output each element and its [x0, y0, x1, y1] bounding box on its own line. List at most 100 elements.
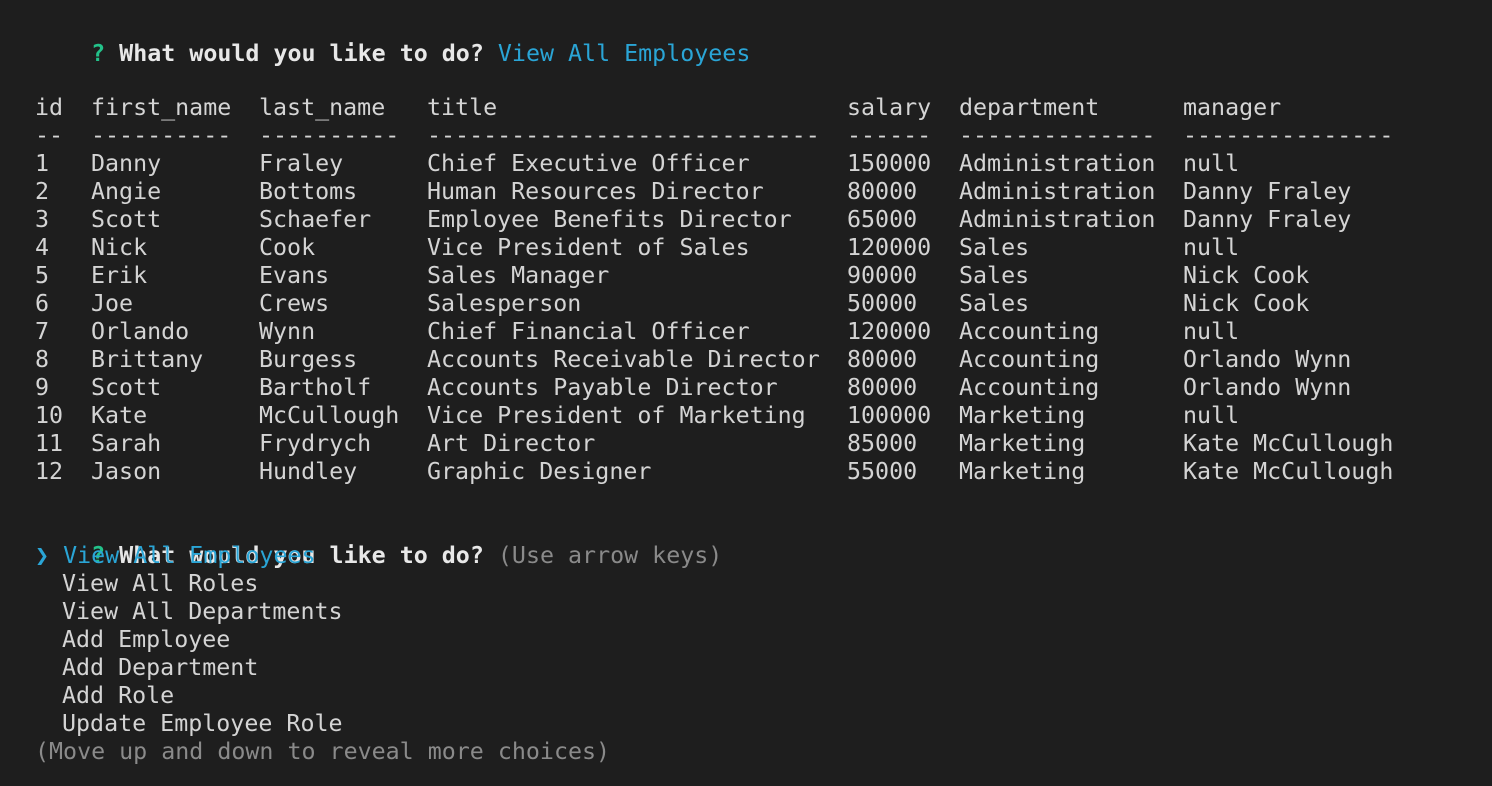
cell-department: Administration	[959, 206, 1156, 233]
cell-department: Sales	[959, 290, 1030, 317]
cell-manager: Danny Fraley	[1183, 178, 1352, 205]
cell-manager: Orlando Wynn	[1183, 346, 1352, 373]
cell-last-name: Hundley	[259, 458, 358, 485]
cell-id: 11	[35, 430, 64, 457]
cell-title: Graphic Designer	[427, 458, 652, 485]
choices-footer-hint: (Move up and down to reveal more choices…	[35, 738, 611, 765]
menu-choice-label: Add Role	[62, 682, 175, 709]
cell-salary: 65000	[847, 206, 918, 233]
cell-id: 9	[35, 374, 50, 401]
cell-first-name: Danny	[91, 150, 162, 177]
terminal-window[interactable]: ? What would you like to do? View All Em…	[0, 0, 1492, 786]
cell-first-name: Sarah	[91, 430, 162, 457]
cell-salary: 120000	[847, 234, 932, 261]
table-header-row: id first_name last_name title salary dep…	[35, 94, 1423, 122]
cell-manager: null	[1183, 402, 1240, 429]
cell-salary: 55000	[847, 458, 918, 485]
cell-first-name: Jason	[91, 458, 162, 485]
cell-id: 3	[35, 206, 50, 233]
choice-list: ❯ View All Employees View All Roles View A…	[35, 542, 1492, 738]
cell-last-name: Bartholf	[259, 374, 372, 401]
separator-id: --	[35, 122, 64, 149]
header-id: id	[35, 94, 64, 121]
cell-title: Employee Benefits Director	[427, 206, 792, 233]
cell-salary: 120000	[847, 318, 932, 345]
cell-first-name: Scott	[91, 374, 162, 401]
table-separator-row: -- ---------- ---------- ---------------…	[35, 122, 1423, 150]
cell-id: 5	[35, 262, 50, 289]
cell-last-name: Fraley	[259, 150, 344, 177]
cell-title: Sales Manager	[427, 262, 610, 289]
cell-first-name: Joe	[91, 290, 134, 317]
prompt-hint: (Use arrow keys)	[497, 542, 723, 569]
table-row: 2 Angie Bottoms Human Resources Director 800…	[35, 178, 1423, 206]
menu-choice-label: View All Employees	[63, 542, 316, 569]
cell-title: Accounts Receivable Director	[427, 346, 820, 373]
cell-salary: 50000	[847, 290, 918, 317]
cell-first-name: Erik	[91, 262, 148, 289]
cell-salary: 80000	[847, 374, 918, 401]
table-row: 11 Sarah Frydrych Art Director 85000 Marketin…	[35, 430, 1423, 458]
table-row: 8 Brittany Burgess Accounts Receivable Dire…	[35, 346, 1423, 374]
menu-choice[interactable]: Update Employee Role	[35, 710, 1492, 738]
employees-table: id first_name last_name title salary dep…	[35, 94, 1423, 486]
cell-salary: 90000	[847, 262, 918, 289]
cell-salary: 150000	[847, 150, 932, 177]
cell-first-name: Angie	[91, 178, 162, 205]
cell-department: Sales	[959, 234, 1030, 261]
prompt-question: What would you like to do?	[119, 40, 484, 67]
separator-salary: ------	[847, 122, 932, 149]
menu-choice-label: View All Roles	[62, 570, 259, 597]
header-title: title	[427, 94, 498, 121]
cell-manager: Nick Cook	[1183, 262, 1310, 289]
cell-title: Chief Financial Officer	[427, 318, 750, 345]
menu-choice[interactable]: Add Employee	[35, 626, 1492, 654]
menu-choice[interactable]: Add Role	[35, 682, 1492, 710]
table-row: 5 Erik Evans Sales Manager 90000 Sales Nick Co…	[35, 262, 1423, 290]
menu-choice-label: Add Employee	[62, 626, 231, 653]
cell-id: 2	[35, 178, 50, 205]
table-row: 6 Joe Crews Salesperson 50000 Sales Nick Cook	[35, 290, 1423, 318]
cell-first-name: Brittany	[91, 346, 204, 373]
prompt-line-1: ? What would you like to do? View All Em…	[35, 12, 1492, 67]
cell-id: 7	[35, 318, 50, 345]
menu-choice-label: Add Department	[62, 654, 259, 681]
menu-choice-label: View All Departments	[62, 598, 343, 625]
cell-manager: Nick Cook	[1183, 290, 1310, 317]
menu-choice[interactable]: View All Roles	[35, 570, 1492, 598]
cell-last-name: Wynn	[259, 318, 316, 345]
menu-choice-label: Update Employee Role	[62, 710, 343, 737]
cell-department: Sales	[959, 262, 1030, 289]
separator-department: --------------	[959, 122, 1156, 149]
cell-id: 12	[35, 458, 64, 485]
cell-id: 10	[35, 402, 64, 429]
table-row: 3 Scott Schaefer Employee Benefits Director…	[35, 206, 1423, 234]
menu-choice[interactable]: View All Departments	[35, 598, 1492, 626]
menu-choice[interactable]: Add Department	[35, 654, 1492, 682]
cell-first-name: Kate	[91, 402, 148, 429]
cell-last-name: Burgess	[259, 346, 358, 373]
table-row: 9 Scott Bartholf Accounts Payable Director 8…	[35, 374, 1423, 402]
cell-salary: 80000	[847, 178, 918, 205]
header-manager: manager	[1183, 94, 1282, 121]
cell-title: Art Director	[427, 430, 596, 457]
cell-manager: Orlando Wynn	[1183, 374, 1352, 401]
cell-department: Marketing	[959, 458, 1086, 485]
header-department: department	[959, 94, 1100, 121]
cell-salary: 80000	[847, 346, 918, 373]
cell-salary: 85000	[847, 430, 918, 457]
table-row: 7 Orlando Wynn Chief Financial Officer 12000…	[35, 318, 1423, 346]
cell-manager: null	[1183, 318, 1240, 345]
cell-first-name: Scott	[91, 206, 162, 233]
table-row: 12 Jason Hundley Graphic Designer 55000 Marke…	[35, 458, 1423, 486]
cell-first-name: Orlando	[91, 318, 190, 345]
question-marker: ?	[91, 40, 106, 67]
cell-last-name: Crews	[259, 290, 330, 317]
cell-title: Vice President of Marketing	[427, 402, 806, 429]
cell-department: Marketing	[959, 430, 1086, 457]
cell-id: 1	[35, 150, 50, 177]
cell-department: Accounting	[959, 374, 1100, 401]
menu-choice[interactable]: ❯ View All Employees	[35, 542, 1492, 570]
